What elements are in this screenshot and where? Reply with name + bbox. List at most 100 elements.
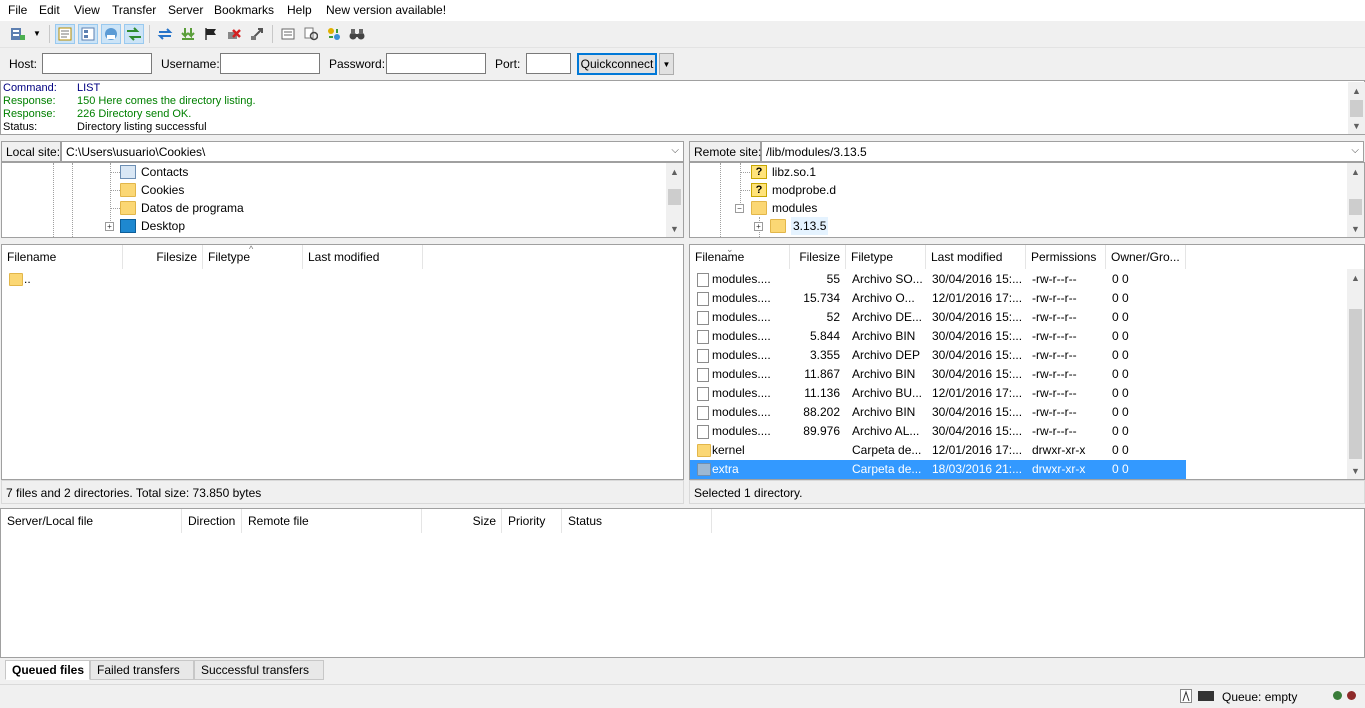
file-row[interactable]: modules.... 3.355 Archivo DEP 30/04/2016 15…	[690, 346, 1186, 365]
refresh-icon[interactable]	[155, 24, 175, 44]
file-icon	[697, 387, 709, 401]
folder-open-icon	[751, 201, 767, 215]
scroll-down-icon[interactable]: ▼	[1347, 462, 1364, 479]
remote-path-input[interactable]: /lib/modules/3.13.5 ⌵	[761, 141, 1364, 162]
column-filesize[interactable]: Filesize	[123, 245, 203, 269]
remote-tree-scrollbar[interactable]: ▲ ▼	[1347, 163, 1364, 237]
tab-queued-files[interactable]: Queued files	[5, 660, 90, 680]
local-path-input[interactable]: C:\Users\usuario\Cookies\ ⌵	[61, 141, 684, 162]
file-permissions: -rw-r--r--	[1032, 386, 1077, 400]
transfer-queue-icon[interactable]	[124, 24, 144, 44]
column-size[interactable]: Size	[422, 509, 502, 533]
local-tree-icon[interactable]	[78, 24, 98, 44]
expand-desktop-icon[interactable]: +	[105, 222, 114, 231]
file-type: Archivo BU...	[852, 386, 922, 400]
file-row[interactable]: modules.... 5.844 Archivo BIN 30/04/2016 15…	[690, 327, 1186, 346]
column-direction[interactable]: Direction	[182, 509, 242, 533]
file-type: Archivo O...	[852, 291, 915, 305]
menu-edit[interactable]: Edit	[39, 3, 60, 17]
menu-file[interactable]: File	[8, 3, 27, 17]
file-row[interactable]: modules.... 15.734 Archivo O... 12/01/2016 …	[690, 289, 1186, 308]
toggle-sync-browsing-icon[interactable]	[301, 24, 321, 44]
column-status[interactable]: Status	[562, 509, 712, 533]
scroll-down-icon[interactable]: ▼	[1347, 220, 1364, 237]
chevron-down-icon: ▼	[662, 59, 671, 69]
tab-successful-transfers[interactable]: Successful transfers	[194, 660, 324, 680]
scroll-up-icon[interactable]: ▲	[666, 163, 683, 180]
file-modified: 12/01/2016 17:...	[932, 291, 1022, 305]
file-size: 55	[826, 272, 840, 286]
column-filename[interactable]: Filename ⌄	[690, 245, 790, 269]
menu-view[interactable]: View	[74, 3, 100, 17]
quickconnect-button[interactable]: Quickconnect	[577, 53, 657, 75]
binary-mode-icon[interactable]	[1198, 691, 1214, 701]
folder-row[interactable]: kernel Carpeta de... 12/01/2016 17:... drwx…	[690, 441, 1186, 460]
disconnect-icon[interactable]	[224, 24, 244, 44]
reconnect-icon[interactable]	[247, 24, 267, 44]
column-last-modified[interactable]: Last modified	[926, 245, 1026, 269]
chevron-down-icon[interactable]: ⌵	[671, 145, 679, 156]
log-type: Command:	[3, 82, 57, 94]
file-type: Archivo AL...	[852, 424, 920, 438]
username-input[interactable]	[220, 53, 320, 74]
local-directory-tree: + Contacts Cookies Datos de programa Des…	[1, 162, 684, 238]
file-row[interactable]: modules.... 55 Archivo SO... 30/04/2016 15:…	[690, 270, 1186, 289]
file-permissions: -rw-r--r--	[1032, 329, 1077, 343]
file-row[interactable]: modules.... 88.202 Archivo BIN 30/04/2016 1…	[690, 403, 1186, 422]
scroll-up-icon[interactable]: ▲	[1348, 82, 1365, 99]
transfer-type-icon[interactable]	[1180, 689, 1192, 703]
column-filename[interactable]: Filename	[2, 245, 123, 269]
folder-row[interactable]: extra Carpeta de... 18/03/2016 21:... drwxr…	[690, 460, 1186, 479]
menu-bookmarks[interactable]: Bookmarks	[214, 3, 274, 17]
file-row[interactable]: modules.... 52 Archivo DE... 30/04/2016 15:…	[690, 308, 1186, 327]
cancel-operation-icon[interactable]	[201, 24, 221, 44]
file-row-parent[interactable]: ..	[2, 270, 683, 289]
collapse-modules-icon[interactable]: −	[735, 204, 744, 213]
port-input[interactable]	[526, 53, 571, 74]
file-row[interactable]: modules.... 11.867 Archivo BIN 30/04/2016 1…	[690, 365, 1186, 384]
file-size: 11.867	[804, 367, 840, 381]
menu-server[interactable]: Server	[168, 3, 203, 17]
file-owner: 0 0	[1112, 291, 1129, 305]
expand-3-13-5-icon[interactable]: +	[754, 222, 763, 231]
directory-listing-filters-icon[interactable]	[278, 24, 298, 44]
column-filetype[interactable]: Filetype	[846, 245, 926, 269]
password-input[interactable]	[386, 53, 486, 74]
file-type: Carpeta de...	[852, 443, 922, 457]
column-priority[interactable]: Priority	[502, 509, 562, 533]
scroll-down-icon[interactable]: ▼	[666, 220, 683, 237]
file-row[interactable]: modules.... 11.136 Archivo BU... 12/01/2016…	[690, 384, 1186, 403]
search-remote-files-icon[interactable]	[347, 24, 367, 44]
folder-icon	[120, 183, 136, 197]
tab-failed-transfers[interactable]: Failed transfers	[90, 660, 194, 680]
remote-tree-icon[interactable]	[101, 24, 121, 44]
column-server-local-file[interactable]: Server/Local file	[1, 509, 182, 533]
host-input[interactable]	[42, 53, 152, 74]
column-last-modified[interactable]: Last modified	[303, 245, 423, 269]
process-queue-icon[interactable]	[178, 24, 198, 44]
column-permissions[interactable]: Permissions	[1026, 245, 1106, 269]
column-remote-file[interactable]: Remote file	[242, 509, 422, 533]
menu-transfer[interactable]: Transfer	[112, 3, 156, 17]
site-manager-icon[interactable]	[8, 24, 28, 44]
file-row[interactable]: modules.... 89.976 Archivo AL... 30/04/2016…	[690, 422, 1186, 441]
chevron-down-icon[interactable]: ⌵	[1351, 145, 1359, 156]
message-log-icon[interactable]	[55, 24, 75, 44]
local-tree-scrollbar[interactable]: ▲ ▼	[666, 163, 683, 237]
scroll-up-icon[interactable]: ▲	[1347, 269, 1364, 286]
scroll-down-icon[interactable]: ▼	[1348, 117, 1365, 134]
menu-help[interactable]: Help	[287, 3, 312, 17]
message-log-scrollbar[interactable]: ▲ ▼	[1348, 82, 1365, 134]
file-icon	[697, 425, 709, 439]
quickconnect-history-dropdown[interactable]: ▼	[659, 53, 674, 75]
compare-directories-icon[interactable]	[324, 24, 344, 44]
remote-list-scrollbar[interactable]: ▲ ▼	[1347, 269, 1364, 479]
scroll-up-icon[interactable]: ▲	[1347, 163, 1364, 180]
column-owner-group[interactable]: Owner/Gro...	[1106, 245, 1186, 269]
column-filetype[interactable]: Filetype ^	[203, 245, 303, 269]
menu-new-version[interactable]: New version available!	[326, 3, 446, 17]
dropdown-arrow-icon[interactable]: ▼	[30, 24, 44, 44]
remote-site-label: Remote site:	[689, 141, 761, 162]
file-modified: 30/04/2016 15:...	[932, 310, 1022, 324]
column-filesize[interactable]: Filesize	[790, 245, 846, 269]
